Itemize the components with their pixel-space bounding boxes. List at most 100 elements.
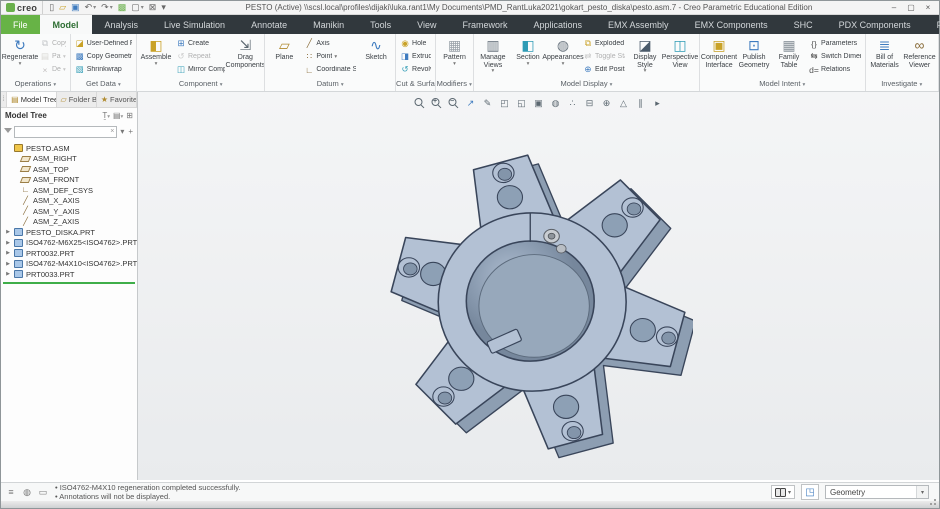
tab-emx-components[interactable]: EMX Components <box>682 15 781 34</box>
clear-search-icon[interactable]: × <box>108 128 116 135</box>
panel-tab-folder-b[interactable]: ▱ Folder B <box>57 92 97 107</box>
switch-dimensions-button[interactable]: ⇆Switch Dimensions <box>807 50 863 63</box>
graphics-viewport[interactable]: + − ↗ ✎ ◰ ◱ ▣ ◍ ∴ ⊟ ⊕ △ ∥ ▸ <box>138 92 939 480</box>
selection-filter-dropdown[interactable]: Geometry ▾ <box>825 485 929 499</box>
simulate-button[interactable]: △ <box>617 97 630 110</box>
datum-display-button[interactable]: ∴ <box>566 97 579 110</box>
point-button[interactable]: ∷ Point ▾ <box>302 50 358 63</box>
find-button[interactable]: ▾ <box>770 485 795 499</box>
copy-geometry-button[interactable]: ▩ Copy Geometry <box>73 50 134 63</box>
console-toggle-button[interactable]: ▭ <box>37 487 49 498</box>
publish-geometry-button[interactable]: ⊡ Publish Geometry <box>737 36 771 78</box>
create-button[interactable]: ⊞ Create <box>174 37 227 50</box>
axis-button[interactable]: ╱ Axis <box>302 37 358 50</box>
pause-button[interactable]: ∥ <box>634 97 647 110</box>
hole-button[interactable]: ◉ Hole <box>398 37 433 50</box>
family-table-button[interactable]: ▦ Family Table <box>772 36 806 78</box>
tab-annotate[interactable]: Annotate <box>238 15 300 34</box>
display-style-button[interactable]: ✎ <box>481 97 494 110</box>
group-label-investigate[interactable]: Investigate ▾ <box>866 78 938 91</box>
pattern-button[interactable]: ▦ Pattern ▾ <box>438 36 472 78</box>
tree-item-pesto-asm[interactable]: PESTO.ASM <box>1 143 137 154</box>
tab-view[interactable]: View <box>404 15 449 34</box>
3d-model-canvas[interactable] <box>383 147 693 459</box>
close-model-button[interactable]: ⊠ <box>147 2 159 14</box>
drag-components-button[interactable]: ⇲ Drag Components <box>226 36 265 78</box>
section-button[interactable]: ◧ Section ▾ <box>511 36 545 78</box>
assemble-button[interactable]: ◧ Assemble ▾ <box>139 36 173 78</box>
panel-tab-model-tree[interactable]: ▤ Model Tree <box>7 92 57 107</box>
edit-position-button[interactable]: ⊕Edit Position <box>581 63 627 76</box>
zoom-in-button[interactable]: + <box>430 97 443 110</box>
group-label-datum[interactable]: Datum ▾ <box>265 78 395 91</box>
web-browser-toggle-button[interactable]: ◍ <box>21 487 33 498</box>
parameters-button[interactable]: {} Parameters <box>807 37 863 50</box>
expand-arrow-icon[interactable]: ▶ <box>5 229 11 235</box>
reference-viewer-button[interactable]: ∞ Reference Viewer <box>903 36 937 78</box>
perspective-view-button[interactable]: ◫ Perspective View <box>662 36 699 78</box>
annotation-display-button[interactable]: ⊟ <box>583 97 596 110</box>
user-defined-feature-button[interactable]: ◪User-Defined Feature <box>73 37 134 50</box>
tab-model[interactable]: Model <box>39 15 92 34</box>
plane-button[interactable]: ▱ Plane <box>267 36 301 78</box>
tab-live-simulation[interactable]: Live Simulation <box>151 15 238 34</box>
tab-manikin[interactable]: Manikin <box>300 15 357 34</box>
tree-filters-button[interactable]: Ṯ▾ <box>102 111 110 120</box>
tab-analysis[interactable]: Analysis <box>92 15 152 34</box>
revolve-button[interactable]: ↺Revolve <box>398 63 433 76</box>
group-label-cut-surface[interactable]: Cut & Surface ▾ <box>396 78 435 91</box>
tab-tools[interactable]: Tools <box>357 15 404 34</box>
group-label-operations[interactable]: Operations ▾ <box>1 78 70 91</box>
group-label-modifiers[interactable]: Modifiers ▾ <box>436 78 473 91</box>
tree-item-asm-x-axis[interactable]: ╱ ASM_X_AXIS <box>1 196 137 207</box>
model-view-mode-button[interactable]: ◳ <box>801 484 819 500</box>
image-capture-button[interactable]: ▣ <box>532 97 545 110</box>
tree-item-iso4762-m6x25-iso4762-prt[interactable]: ▶ ISO4762-M6X25<ISO4762>.PRT <box>1 238 137 249</box>
shrinkwrap-button[interactable]: ▧ Shrinkwrap <box>73 63 134 76</box>
tree-item-asm-top[interactable]: ASM_TOP <box>1 164 137 175</box>
search-options-icon[interactable]: ▾ <box>119 127 125 136</box>
refit-button[interactable] <box>413 97 426 110</box>
tree-item-asm-right[interactable]: ASM_RIGHT <box>1 154 137 165</box>
tab-pdx-components[interactable]: PDX Components <box>826 15 924 34</box>
expand-arrow-icon[interactable]: ▶ <box>5 261 11 267</box>
spin-center-button[interactable]: ⊕ <box>600 97 613 110</box>
appearances-button[interactable]: ◍ Appearances ▾ <box>542 36 583 78</box>
play-button[interactable]: ▸ <box>651 97 664 110</box>
expand-arrow-icon[interactable]: ▶ <box>5 250 11 256</box>
tree-item-asm-y-axis[interactable]: ╱ ASM_Y_AXIS <box>1 206 137 217</box>
redraw-button[interactable]: ↗ <box>464 97 477 110</box>
panel-tab-favorite[interactable]: ★ Favorite <box>97 92 137 107</box>
expand-arrow-icon[interactable]: ▶ <box>5 271 11 277</box>
screen-capture-button[interactable]: ▩ <box>116 2 129 14</box>
tab-applications[interactable]: Applications <box>521 15 596 34</box>
tree-item-prt0032-prt[interactable]: ▶ PRT0032.PRT <box>1 248 137 259</box>
expand-search-icon[interactable]: + <box>127 127 134 136</box>
tree-item-asm-z-axis[interactable]: ╱ ASM_Z_AXIS <box>1 217 137 228</box>
tab-emx-assembly[interactable]: EMX Assembly <box>595 15 682 34</box>
tree-settings-button[interactable]: ⊞ <box>126 111 133 120</box>
manage-views-button[interactable]: ▥ Manage Views ▾ <box>476 36 510 78</box>
mirror-component-button[interactable]: ◫Mirror Component <box>174 63 227 76</box>
saved-orientations-button[interactable]: ◰ <box>498 97 511 110</box>
customize-qat-button[interactable]: ▾ <box>159 2 168 14</box>
display-style-button[interactable]: ◪ Display Style ▾ <box>628 36 662 78</box>
resize-grip[interactable] <box>929 498 937 506</box>
tree-item-pesto-diska-prt[interactable]: ▶ PESTO_DISKA.PRT <box>1 227 137 238</box>
group-label-get-data[interactable]: Get Data ▾ <box>71 78 136 91</box>
component-interface-button[interactable]: ▣ Component Interface <box>701 36 737 78</box>
open-file-button[interactable]: ▱ <box>57 2 68 14</box>
tab-file[interactable]: File <box>1 15 40 34</box>
save-button[interactable]: ▣ <box>69 2 82 14</box>
window-list-button[interactable]: ▢ ▾ <box>129 2 146 14</box>
regenerate-button[interactable]: ↻ Regenerate ▾ <box>2 36 39 78</box>
exploded-view-button[interactable]: ⧉Exploded View <box>581 37 627 50</box>
expand-arrow-icon[interactable]: ▶ <box>5 240 11 246</box>
insert-here-indicator[interactable] <box>3 281 135 284</box>
tab-framework[interactable]: Framework <box>449 15 520 34</box>
close-button[interactable]: × <box>920 2 936 14</box>
relations-button[interactable]: d= Relations <box>807 63 863 76</box>
extrude-button[interactable]: ◨Extrude <box>398 50 433 63</box>
tab-pdx-strip[interactable]: PDX Strip <box>924 15 940 34</box>
appearances-button[interactable]: ◍ <box>549 97 562 110</box>
